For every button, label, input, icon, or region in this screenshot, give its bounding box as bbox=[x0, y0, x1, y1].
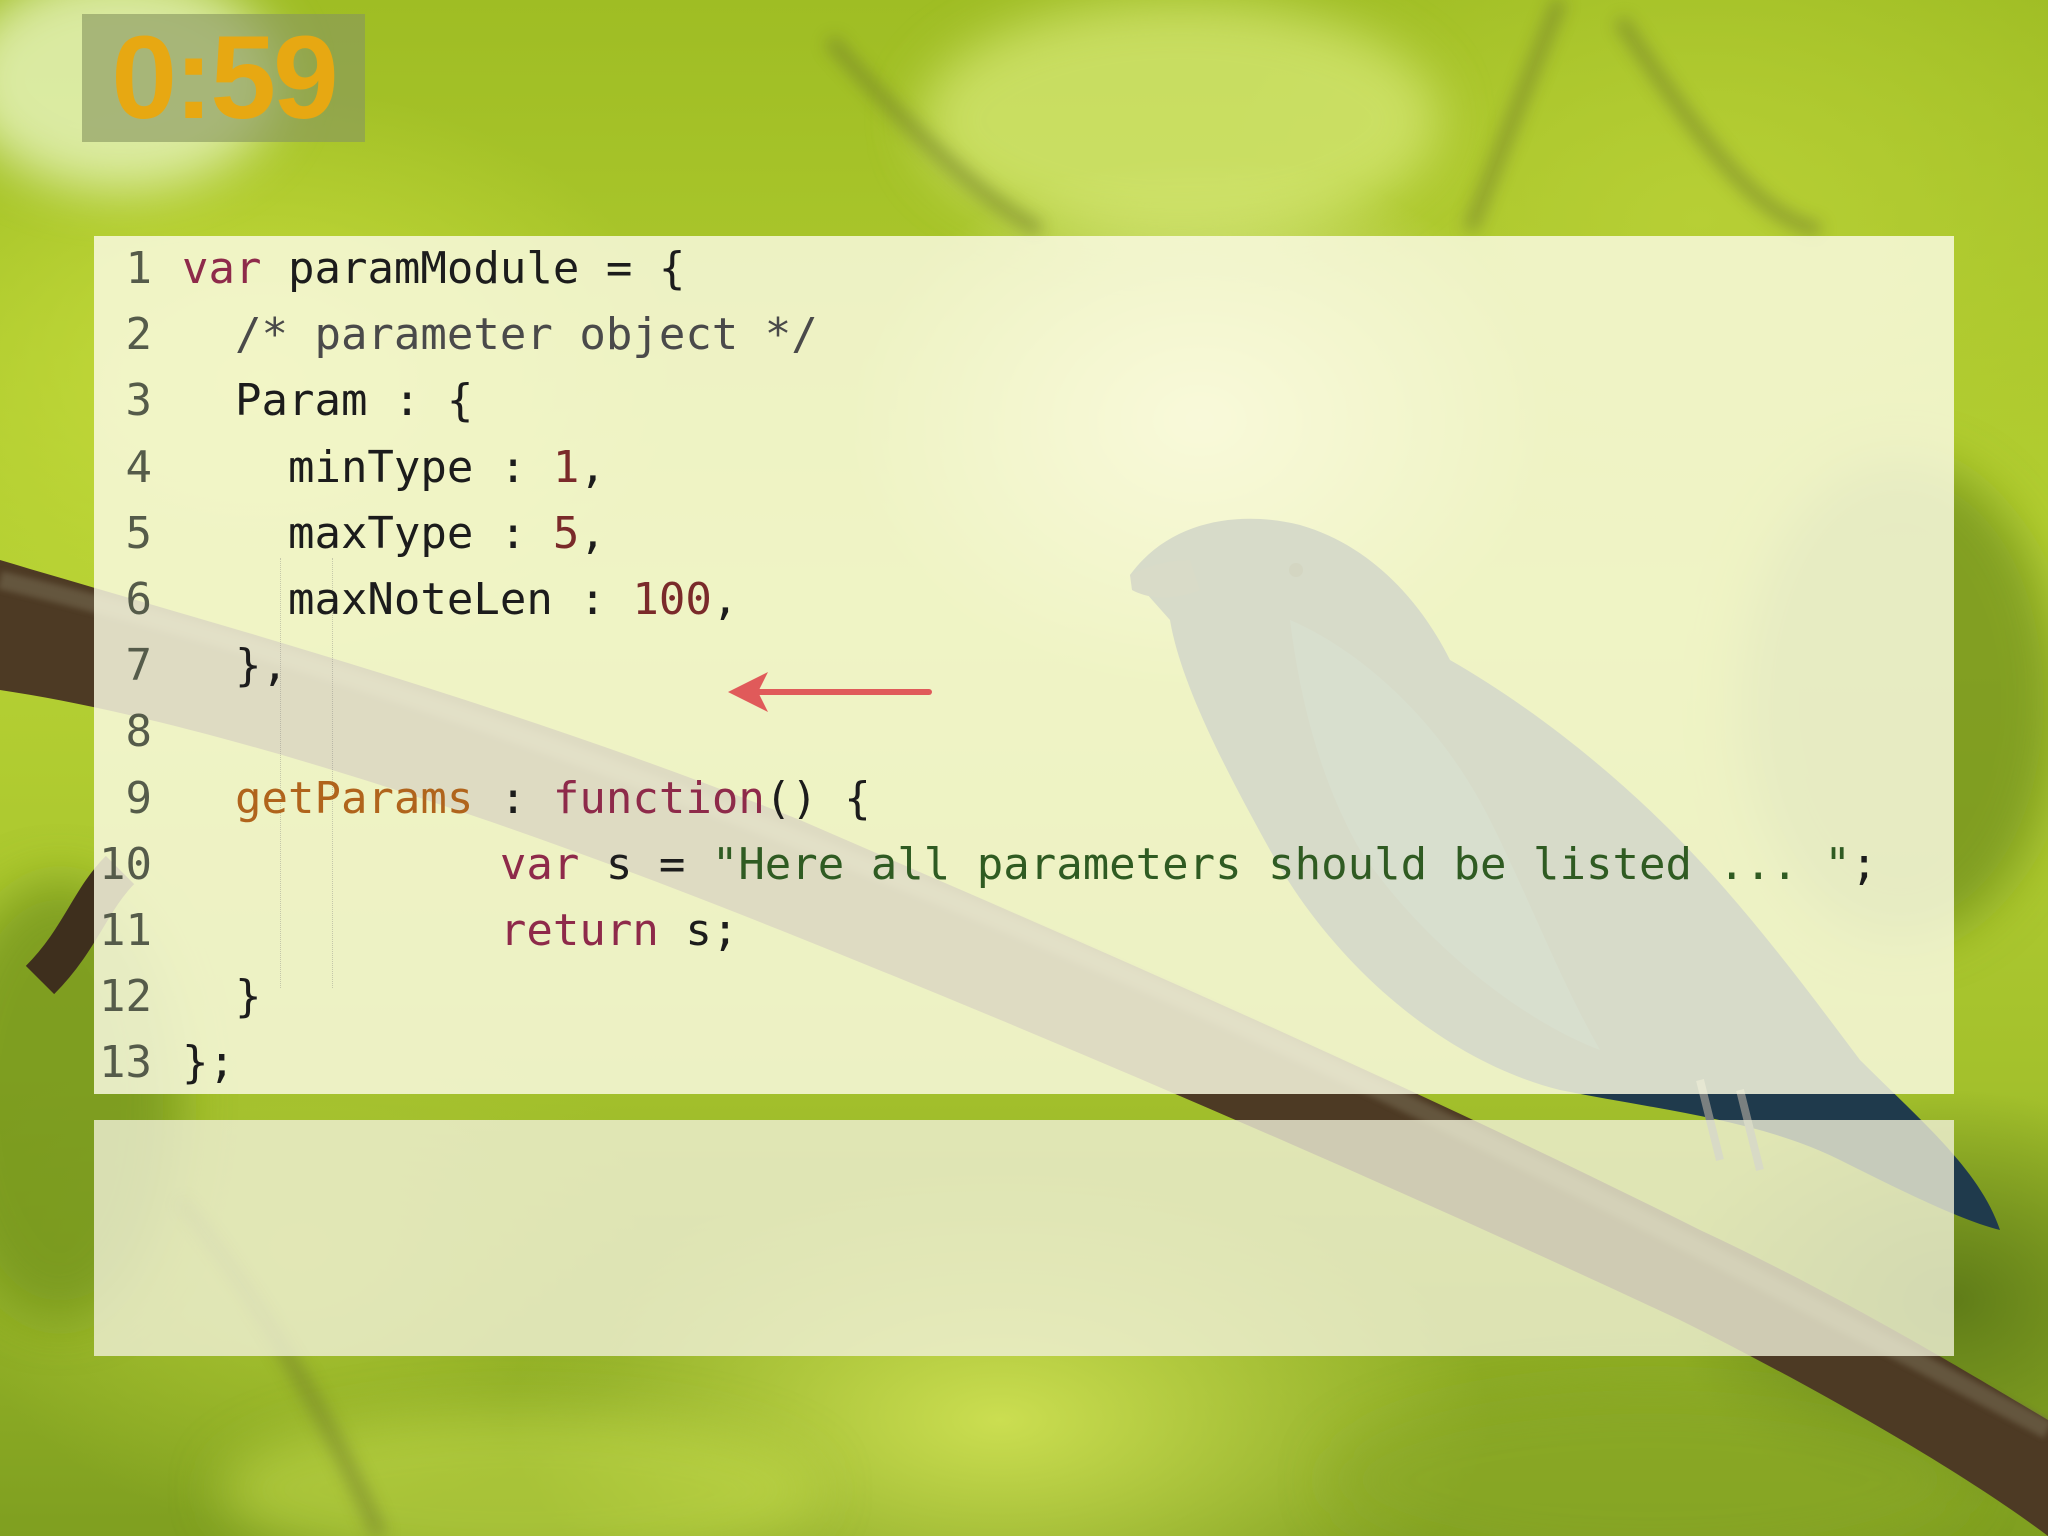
code-lines: 1 var paramModule = {2 /* parameter objec… bbox=[94, 236, 1954, 1096]
code-text: var s = "Here all parameters should be l… bbox=[182, 832, 1878, 898]
code-token: () { bbox=[764, 772, 871, 824]
code-token: /* parameter object */ bbox=[182, 309, 818, 361]
line-number: 13 bbox=[99, 1037, 152, 1089]
code-text: maxType : 5, bbox=[182, 501, 606, 567]
code-token: getParams bbox=[182, 772, 474, 824]
code-line[interactable]: 10 var s = "Here all parameters should b… bbox=[94, 832, 1954, 898]
code-token: , bbox=[711, 573, 739, 625]
line-number: 5 bbox=[125, 507, 153, 559]
code-text: var paramModule = { bbox=[182, 236, 685, 302]
code-token: : bbox=[473, 772, 553, 824]
line-number: 7 bbox=[125, 640, 153, 692]
code-text: return s; bbox=[182, 898, 738, 964]
code-text: }; bbox=[182, 1030, 235, 1096]
code-token: function bbox=[552, 772, 765, 824]
output-panel bbox=[94, 1120, 1954, 1356]
code-token: }, bbox=[182, 640, 288, 692]
timer-text: 0:59 bbox=[111, 12, 338, 144]
code-line[interactable]: 2 /* parameter object */ bbox=[94, 302, 1954, 368]
code-token: "Here all parameters should be listed ..… bbox=[711, 838, 1851, 890]
code-text: } bbox=[182, 964, 262, 1030]
code-line[interactable]: 8 bbox=[94, 699, 1954, 765]
line-number: 4 bbox=[125, 441, 153, 493]
code-text: }, bbox=[182, 633, 288, 699]
code-token: 1 bbox=[552, 441, 580, 493]
line-number: 1 bbox=[125, 243, 153, 294]
code-token: ; bbox=[1850, 838, 1878, 890]
line-number: 9 bbox=[125, 772, 153, 824]
code-line[interactable]: 3 Param : { bbox=[94, 368, 1954, 434]
line-number: 10 bbox=[99, 838, 152, 890]
code-editor-panel[interactable]: 1 var paramModule = {2 /* parameter objec… bbox=[94, 236, 1954, 1094]
code-text: maxNoteLen : 100, bbox=[182, 567, 738, 633]
line-number: 11 bbox=[99, 904, 152, 956]
code-token: 100 bbox=[632, 573, 712, 625]
line-number: 12 bbox=[99, 971, 152, 1023]
code-token: paramModule = { bbox=[261, 243, 686, 294]
code-token: maxNoteLen : bbox=[182, 573, 633, 625]
line-number: 2 bbox=[125, 309, 153, 361]
code-token: minType : bbox=[182, 441, 553, 493]
code-token: var bbox=[182, 243, 262, 294]
line-number: 6 bbox=[125, 573, 153, 625]
code-line[interactable]: 12 } bbox=[94, 964, 1954, 1030]
code-token: Param : { bbox=[182, 375, 474, 427]
code-line[interactable]: 9 getParams : function() { bbox=[94, 766, 1954, 832]
code-line[interactable]: 6 maxNoteLen : 100, bbox=[94, 567, 1954, 633]
code-line[interactable]: 5 maxType : 5, bbox=[94, 501, 1954, 567]
code-token: return bbox=[499, 904, 659, 956]
code-token: s = bbox=[579, 838, 712, 890]
code-text: getParams : function() { bbox=[182, 766, 871, 832]
code-token: maxType : bbox=[182, 507, 553, 559]
code-text: minType : 1, bbox=[182, 435, 606, 501]
code-token: s; bbox=[658, 904, 739, 956]
code-line[interactable]: 13}; bbox=[94, 1030, 1954, 1096]
code-token: , bbox=[579, 441, 606, 493]
code-line[interactable]: 7 }, bbox=[94, 633, 1954, 699]
code-line[interactable]: 4 minType : 1, bbox=[94, 435, 1954, 501]
code-token: var bbox=[499, 838, 580, 890]
code-line[interactable]: 11 return s; bbox=[94, 898, 1954, 964]
code-token: }; bbox=[182, 1037, 235, 1089]
code-text: /* parameter object */ bbox=[182, 302, 818, 368]
code-text: Param : { bbox=[182, 368, 473, 434]
line-number: 8 bbox=[125, 706, 153, 758]
annotation-arrow bbox=[728, 672, 932, 712]
code-token: 5 bbox=[552, 507, 580, 559]
code-line[interactable]: 1 var paramModule = { bbox=[94, 236, 1954, 302]
left-arrow-icon bbox=[728, 672, 932, 712]
line-number: 3 bbox=[125, 375, 153, 427]
code-token: } bbox=[182, 971, 262, 1023]
code-token: , bbox=[579, 507, 606, 559]
countdown-timer: 0:59 bbox=[82, 14, 365, 142]
